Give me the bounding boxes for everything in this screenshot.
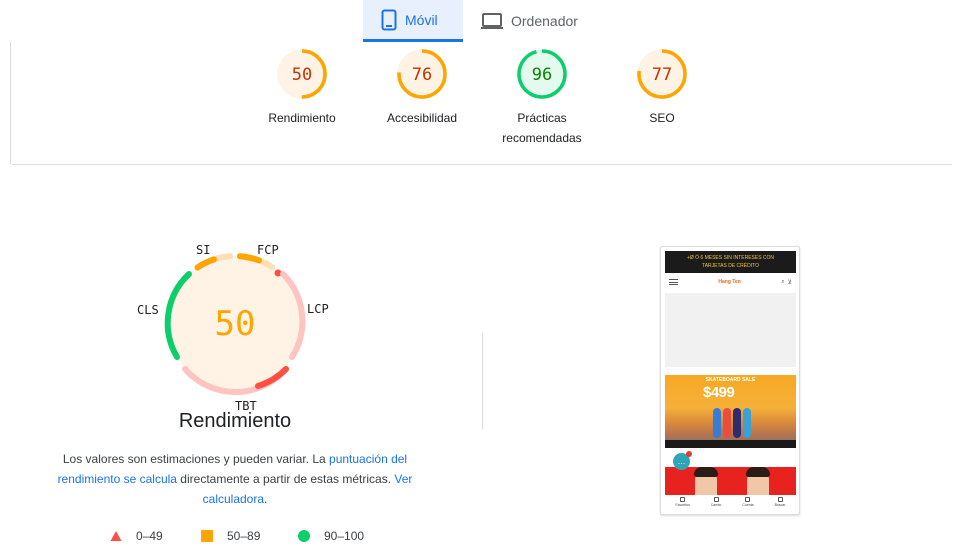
gauge-score: 96: [532, 65, 552, 85]
image-placeholder: [665, 293, 796, 367]
nav-favorites: Favoritos: [675, 495, 690, 513]
menu-icon: [669, 279, 678, 285]
gauge-label: SEO: [649, 111, 675, 125]
chat-bubble-icon: …: [673, 451, 692, 470]
site-header: Hang Ten ⌕ ⊻: [665, 275, 796, 289]
performance-score: 50: [215, 304, 256, 344]
skateboard: [733, 408, 741, 438]
skateboard: [723, 408, 731, 438]
bottom-nav: Favoritos Carrito Cuenta Buscar: [665, 495, 796, 513]
legend-fail: 0–49: [110, 529, 163, 543]
metric-label-lcp: LCP: [307, 302, 329, 316]
metric-label-cls: CLS: [137, 303, 159, 317]
gauge-ring: 77: [637, 49, 687, 99]
performance-description: Los valores son estimaciones y pueden va…: [57, 452, 413, 506]
legend-average: 50–89: [201, 529, 260, 543]
nav-account: Cuenta: [742, 495, 754, 513]
performance-title: Rendimiento: [178, 410, 292, 432]
page-screenshot[interactable]: +Ø Ó 6 MESES SIN INTERESES CON TARJETAS …: [660, 246, 800, 515]
site-logo: Hang Ten: [718, 279, 741, 285]
score-gauge-seo[interactable]: 77 SEO: [602, 48, 722, 128]
square-icon: [201, 530, 213, 542]
skateboard: [713, 408, 721, 438]
nav-cart: Carrito: [711, 495, 721, 513]
nav-search: Buscar: [775, 495, 786, 513]
promo-bar: +Ø Ó 6 MESES SIN INTERESES CON TARJETAS …: [665, 251, 796, 273]
tab-desktop-label: Ordenador: [511, 13, 578, 29]
gauge-score: 77: [652, 65, 672, 85]
circle-icon: [298, 530, 310, 542]
score-gauge-best-practices[interactable]: 96 Prácticas recomendadas: [482, 48, 602, 148]
cart-icon: ⊻: [787, 279, 792, 286]
gauge-ring: 96: [517, 49, 567, 99]
laptop-icon: [481, 13, 503, 29]
legend-pass: 90–100: [298, 529, 364, 543]
models-banner: [665, 467, 796, 495]
tab-desktop[interactable]: Ordenador: [463, 0, 594, 42]
header-icons: ⌕ ⊻: [781, 279, 792, 286]
performance-gauge: 50: [164, 253, 306, 395]
metric-label-fcp: FCP: [257, 243, 279, 257]
vertical-divider: [482, 333, 483, 429]
sale-banner: SKATEBOARD SALE $499: [665, 375, 796, 448]
triangle-icon: [110, 531, 122, 541]
skateboard: [743, 408, 751, 438]
search-icon: ⌕: [781, 278, 785, 285]
gauge-label: Prácticas recomendadas: [502, 111, 582, 145]
metric-label-si: SI: [196, 243, 211, 257]
